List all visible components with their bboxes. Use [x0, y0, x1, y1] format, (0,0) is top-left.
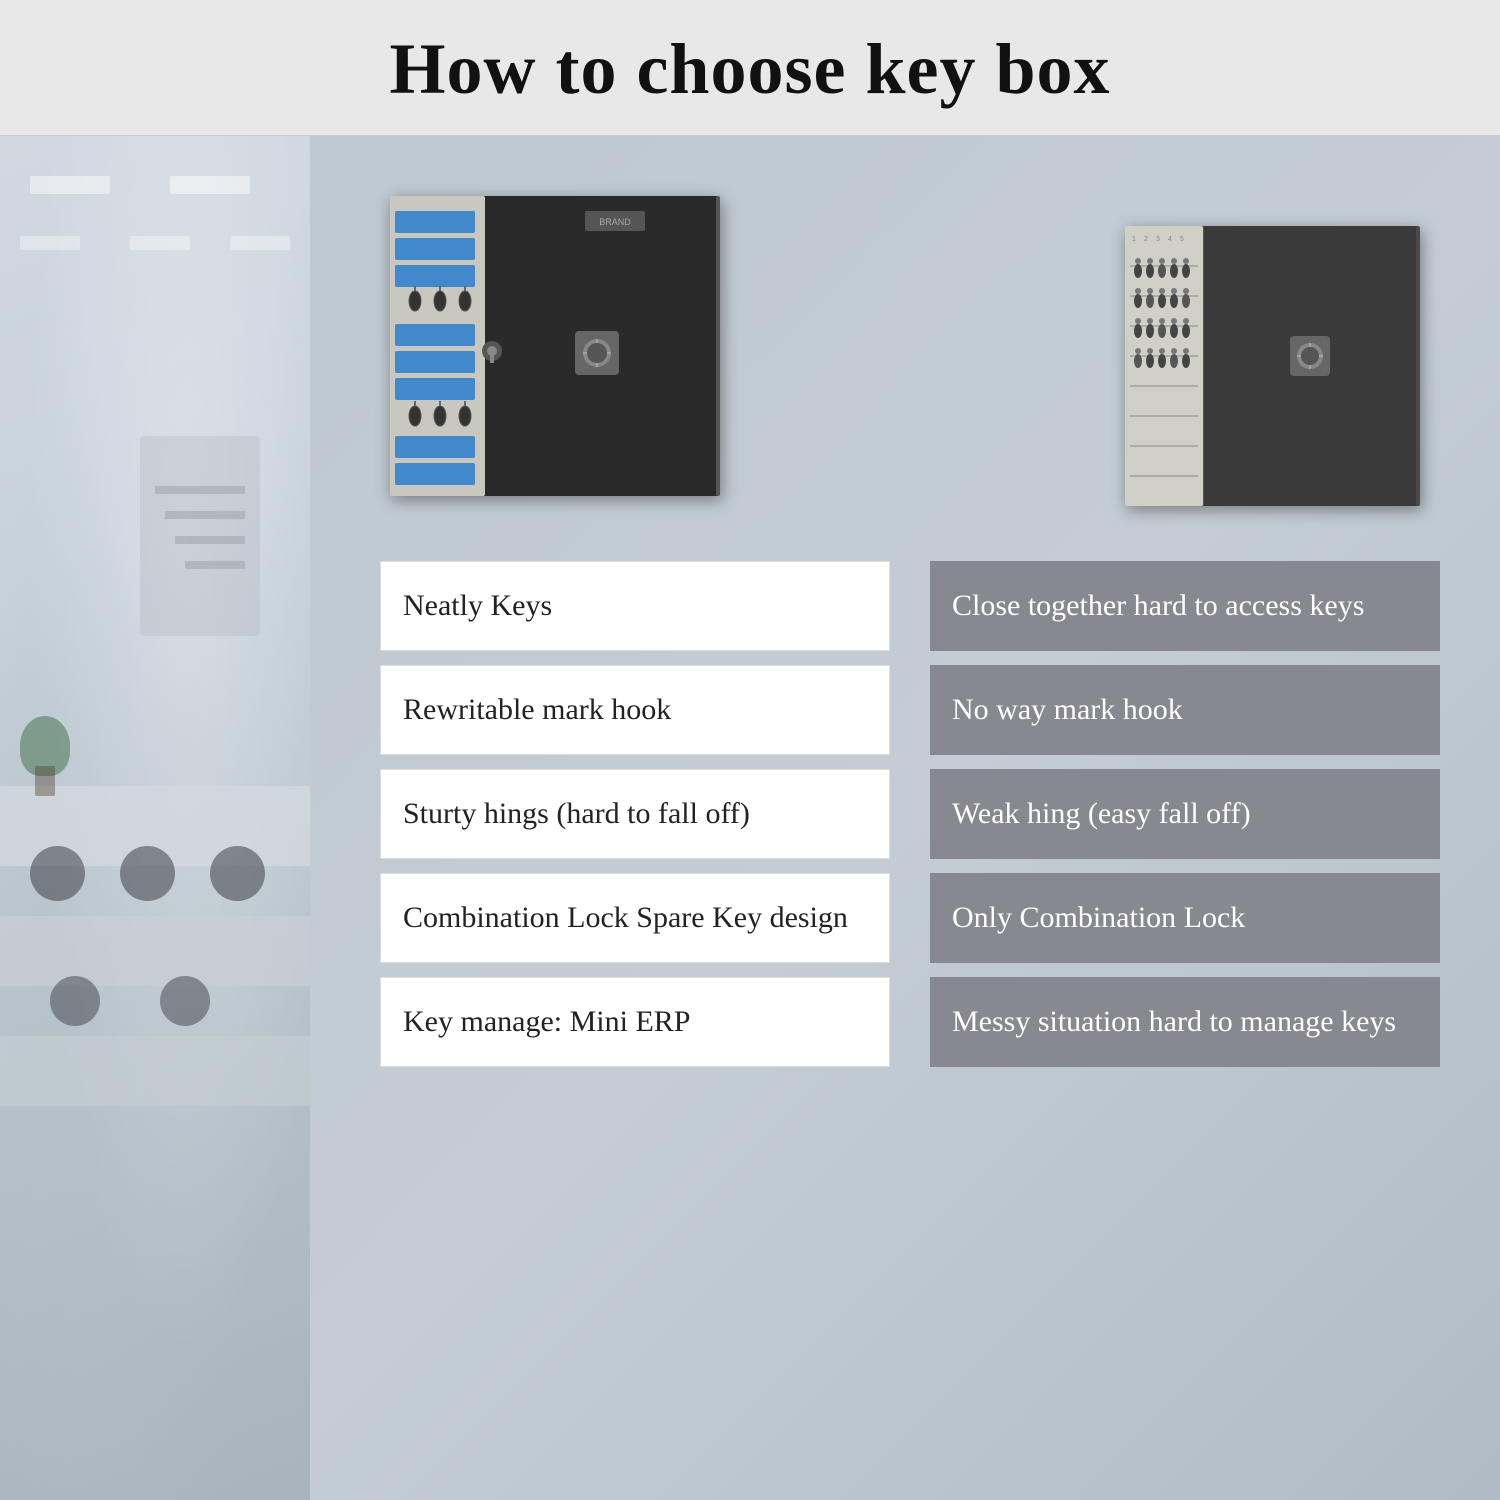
- feature-bad-3: Weak hing (easy fall off): [930, 769, 1440, 859]
- key-boxes-row: BRAND: [370, 176, 1450, 521]
- chair-4: [50, 976, 100, 1026]
- stair-step-2: [165, 511, 245, 519]
- feature-bad-4: Only Combination Lock: [930, 873, 1440, 963]
- feature-good-1: Neatly Keys: [380, 561, 890, 651]
- ceiling-light-2: [170, 176, 250, 194]
- feature-bad-5: Messy situation hard to manage keys: [930, 977, 1440, 1067]
- desk-2: [0, 916, 310, 986]
- stair-step-4: [185, 561, 245, 569]
- stair-step-3: [175, 536, 245, 544]
- page-title: How to choose key box: [0, 28, 1500, 111]
- ceiling-light-5: [230, 236, 290, 250]
- competitor-key-box: 1 2 3 4 5: [1120, 216, 1440, 521]
- main-content: BRAND: [0, 136, 1500, 1500]
- feature-good-4: Combination Lock Spare Key design: [380, 873, 890, 963]
- svg-text:3: 3: [1156, 236, 1160, 243]
- feature-good-3: Sturty hings (hard to fall off): [380, 769, 890, 859]
- ceiling-light-1: [30, 176, 110, 194]
- chair-1: [30, 846, 85, 901]
- stair-step-1: [155, 486, 245, 494]
- competitor-key-box-svg: 1 2 3 4 5: [1120, 216, 1440, 516]
- svg-text:4: 4: [1168, 236, 1172, 243]
- feature-bad-1: Close together hard to access keys: [930, 561, 1440, 651]
- svg-text:1: 1: [1132, 236, 1136, 243]
- svg-text:5: 5: [1180, 236, 1184, 243]
- header: How to choose key box: [0, 0, 1500, 136]
- feature-good-5: Key manage: Mini ERP: [380, 977, 890, 1067]
- chair-3: [210, 846, 265, 901]
- page-wrapper: How to choose key box: [0, 0, 1500, 1500]
- chair-5: [160, 976, 210, 1026]
- right-panel: BRAND: [310, 136, 1500, 1500]
- plant-pot: [35, 766, 55, 796]
- feature-good-2: Rewritable mark hook: [380, 665, 890, 755]
- good-key-box: BRAND: [380, 176, 740, 521]
- comparison-grid: Neatly Keys Close together hard to acces…: [370, 561, 1450, 1067]
- svg-text:2: 2: [1144, 236, 1148, 243]
- desk-3: [0, 1036, 310, 1106]
- office-background: [0, 136, 310, 1500]
- ceiling-light-4: [130, 236, 190, 250]
- good-key-box-svg: BRAND: [380, 176, 740, 516]
- ceiling-light-3: [20, 236, 80, 250]
- feature-bad-2: No way mark hook: [930, 665, 1440, 755]
- svg-text:BRAND: BRAND: [599, 217, 631, 227]
- chair-2: [120, 846, 175, 901]
